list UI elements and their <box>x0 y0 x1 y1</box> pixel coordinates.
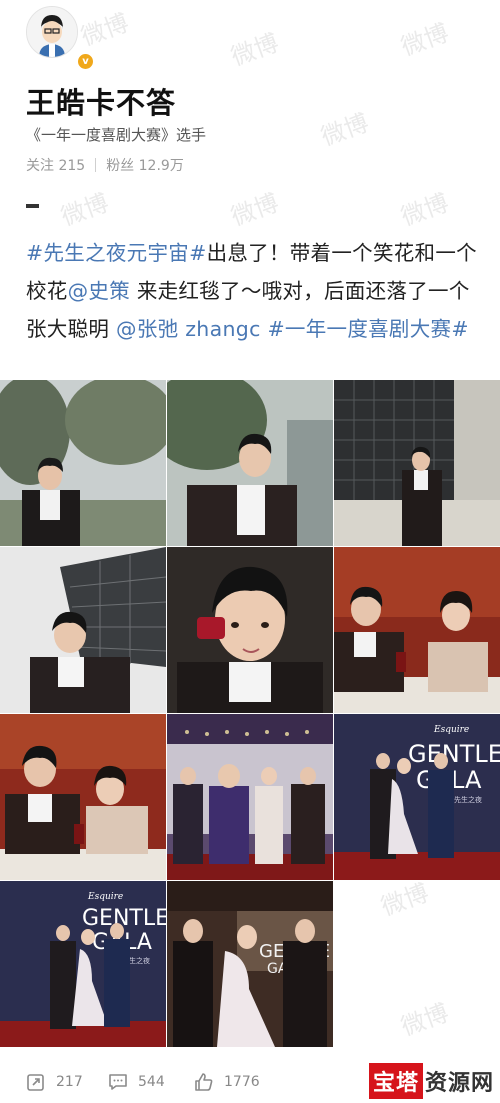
photo-9[interactable]: Esquire GENTLE GALA 先生之夜 <box>334 714 500 880</box>
logo-dark-text: 资源网 <box>424 1071 494 1096</box>
photo-10[interactable]: Esquire GENTLE GALA 先生之夜 <box>0 881 166 1047</box>
user-description: 《一年一度喜剧大赛》选手 <box>26 126 207 144</box>
site-logo: 宝塔 资源网 <box>362 1059 500 1103</box>
repost-count: 217 <box>56 1074 83 1090</box>
mention-link[interactable]: @史策 <box>68 279 130 303</box>
avatar[interactable] <box>26 6 78 58</box>
stats-divider <box>95 158 97 172</box>
gala-subtitle: 先生之夜 <box>454 795 482 804</box>
like-button[interactable]: 1776 <box>194 1072 260 1092</box>
photo-11[interactable]: GENTLE GALA <box>167 881 333 1047</box>
watermark: 微博 <box>377 878 433 922</box>
photo-1[interactable] <box>0 380 166 546</box>
photo-3[interactable] <box>334 380 500 546</box>
repost-icon <box>27 1074 44 1091</box>
comment-button[interactable]: 544 <box>108 1072 165 1092</box>
repost-button[interactable]: 217 <box>26 1072 83 1092</box>
thumbs-up-icon <box>195 1073 213 1091</box>
fans-label: 粉丝 <box>106 158 135 174</box>
photo-4[interactable] <box>0 547 166 713</box>
mention-link[interactable]: @张弛 zhangc <box>116 317 261 341</box>
fans-count: 12.9万 <box>138 158 184 174</box>
hashtag-link[interactable]: #先生之夜元宇宙# <box>26 241 207 265</box>
watermark: 微博 <box>397 998 453 1042</box>
following-label: 关注 <box>26 158 54 174</box>
following-stat[interactable]: 关注 215 <box>26 155 85 175</box>
post-text: #先生之夜元宇宙#出息了！带着一个笑花和一个校花@史策 来走红毯了～哦对，后面还… <box>26 234 478 348</box>
section-divider <box>26 204 39 208</box>
photo-8[interactable] <box>167 714 333 880</box>
following-count: 215 <box>58 158 86 174</box>
gala-title-line1: GENTLE <box>408 740 500 768</box>
photo-7[interactable] <box>0 714 166 880</box>
photo-2[interactable] <box>167 380 333 546</box>
comment-count: 544 <box>138 1074 165 1090</box>
verified-badge-icon: v <box>76 52 95 71</box>
hashtag-link[interactable]: #一年一度喜剧大赛# <box>261 317 469 341</box>
photo-5[interactable] <box>167 547 333 713</box>
logo-red-text: 宝塔 <box>368 1063 423 1099</box>
fans-stat[interactable]: 粉丝 12.9万 <box>106 155 184 175</box>
gala-title-line1: GENTLE <box>82 906 166 931</box>
follow-stats: 关注 215 粉丝 12.9万 <box>26 155 184 175</box>
esquire-logo-text: Esquire <box>87 892 123 902</box>
profile-header: v 王皓卡不答 《一年一度喜剧大赛》选手 关注 215 粉丝 12.9万 <box>0 0 500 230</box>
comment-icon <box>109 1074 127 1090</box>
photo-6[interactable] <box>334 547 500 713</box>
username[interactable]: 王皓卡不答 <box>26 80 176 122</box>
like-count: 1776 <box>224 1074 260 1090</box>
esquire-logo-text: Esquire <box>433 725 469 735</box>
